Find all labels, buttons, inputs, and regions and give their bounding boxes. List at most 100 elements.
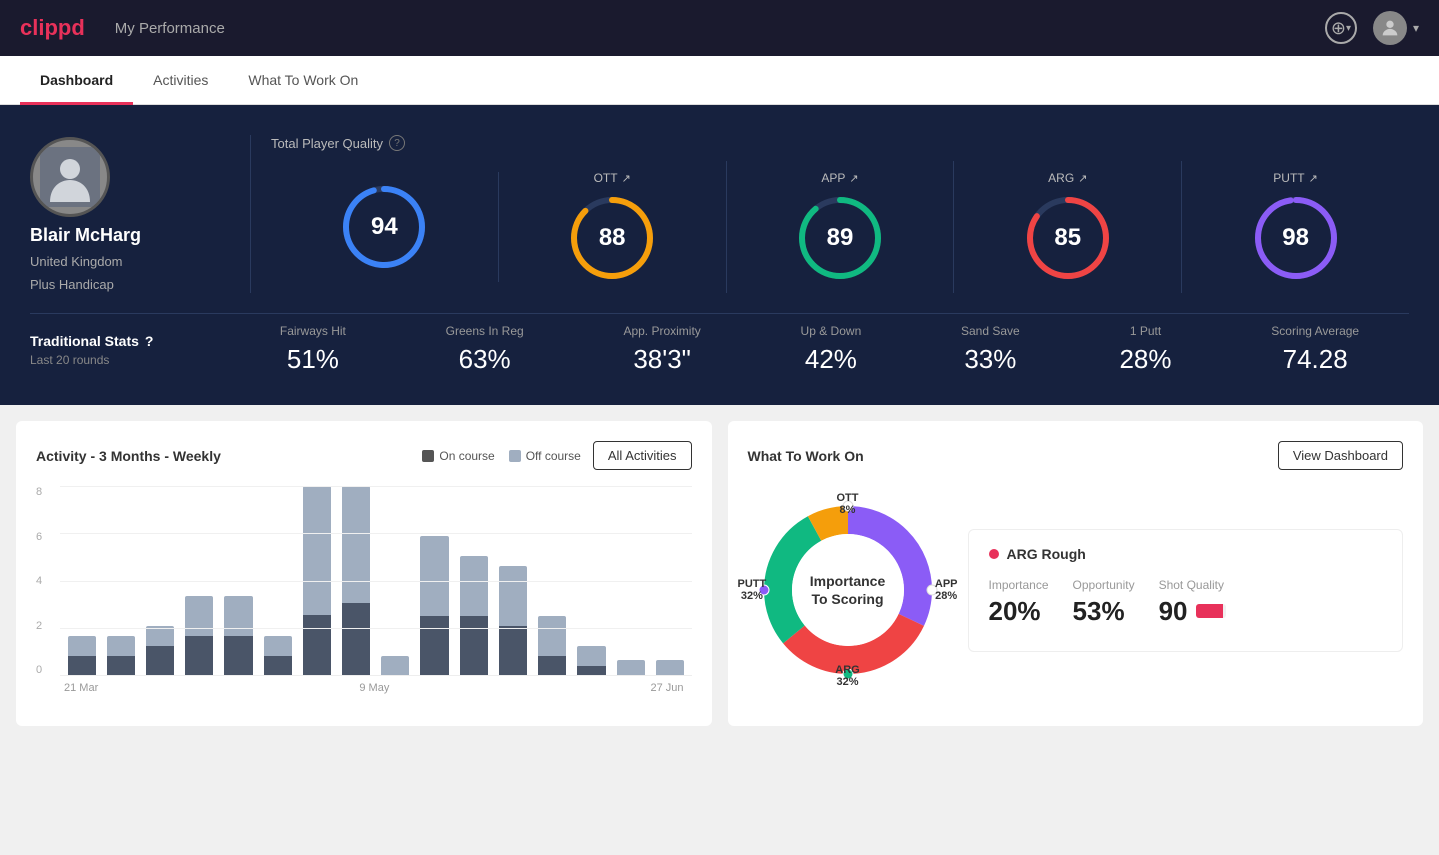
legend: On course Off course xyxy=(422,449,581,463)
donut-label-app: APP28% xyxy=(935,578,958,602)
x-label-may: 9 May xyxy=(359,682,389,694)
y-label-2: 2 xyxy=(36,620,60,632)
tab-activities[interactable]: Activities xyxy=(133,56,228,105)
stat-gir: Greens In Reg 63% xyxy=(446,324,524,375)
bar-off-1 xyxy=(107,636,135,656)
bar-off-4 xyxy=(224,596,252,636)
bar-on-13 xyxy=(577,666,605,676)
player-photo-icon xyxy=(40,147,100,207)
bar-col-5 xyxy=(260,486,295,676)
stat-scoring: Scoring Average 74.28 xyxy=(1271,324,1359,375)
stat-updown: Up & Down 42% xyxy=(801,324,862,375)
player-name: Blair McHarg xyxy=(30,225,141,246)
on-course-dot xyxy=(422,450,434,462)
score-ott-value: 88 xyxy=(599,224,626,252)
gauge-arg: 85 xyxy=(1023,193,1113,283)
stat-gir-value: 63% xyxy=(446,344,524,375)
stat-sandsave-label: Sand Save xyxy=(961,324,1020,338)
ott-label: OTT ↗ xyxy=(594,171,631,185)
score-total: 94 xyxy=(271,172,499,282)
bar-off-5 xyxy=(264,636,292,656)
logo: clippd xyxy=(20,15,85,41)
score-putt: PUTT ↗ 98 xyxy=(1182,161,1409,293)
tab-dashboard[interactable]: Dashboard xyxy=(20,56,133,105)
bar-col-4 xyxy=(221,486,256,676)
bar-off-0 xyxy=(68,636,96,656)
stat-scoring-value: 74.28 xyxy=(1271,344,1359,375)
stat-proximity-label: App. Proximity xyxy=(623,324,700,338)
work-content: ImportanceTo Scoring OTT8% APP28% ARG32%… xyxy=(748,490,1404,690)
bar-on-0 xyxy=(68,656,96,676)
shot-quality-fill xyxy=(1196,604,1223,618)
stat-fairways: Fairways Hit 51% xyxy=(280,324,346,375)
bar-chart: 8 6 4 2 0 xyxy=(36,486,692,706)
traditional-stats: Traditional Stats ? Last 20 rounds Fairw… xyxy=(30,313,1409,375)
bar-off-3 xyxy=(185,596,213,636)
stat-sandsave: Sand Save 33% xyxy=(961,324,1020,375)
y-label-8: 8 xyxy=(36,486,60,498)
activity-card: Activity - 3 Months - Weekly On course O… xyxy=(16,421,712,726)
putt-label: PUTT ↗ xyxy=(1273,171,1318,185)
x-label-mar: 21 Mar xyxy=(64,682,98,694)
donut-label-putt: PUTT32% xyxy=(738,578,767,602)
bar-col-1 xyxy=(103,486,138,676)
bar-off-6 xyxy=(303,486,331,615)
bar-col-11 xyxy=(495,486,530,676)
donut-center-text: ImportanceTo Scoring xyxy=(810,572,885,608)
score-arg: ARG ↗ 85 xyxy=(954,161,1182,293)
trad-label: Traditional Stats ? Last 20 rounds xyxy=(30,333,230,367)
arg-label: ARG ↗ xyxy=(1048,171,1087,185)
bar-on-2 xyxy=(146,646,174,676)
score-app-value: 89 xyxy=(827,224,854,252)
arg-detail-title: ARG Rough xyxy=(989,546,1383,562)
add-button[interactable]: ⊕ ▾ xyxy=(1325,12,1357,44)
shot-quality-bar: 90 xyxy=(1159,596,1226,627)
arg-shot-quality: Shot Quality 90 xyxy=(1159,578,1226,627)
legend-on-course: On course xyxy=(422,449,494,463)
bar-col-3 xyxy=(182,486,217,676)
bar-off-8 xyxy=(381,656,409,676)
app-arrow-icon: ↗ xyxy=(849,172,858,185)
tab-what-to-work-on[interactable]: What To Work On xyxy=(228,56,378,105)
work-header: What To Work On View Dashboard xyxy=(748,441,1404,470)
y-label-6: 6 xyxy=(36,531,60,543)
bar-col-15 xyxy=(652,486,687,676)
help-icon[interactable]: ? xyxy=(389,135,405,151)
gauge-putt: 98 xyxy=(1251,193,1341,283)
bar-col-2 xyxy=(142,486,177,676)
bar-off-14 xyxy=(617,660,645,676)
arg-metrics: Importance 20% Opportunity 53% Shot Qual… xyxy=(989,578,1383,627)
view-dashboard-button[interactable]: View Dashboard xyxy=(1278,441,1403,470)
bar-on-11 xyxy=(499,626,527,676)
app-label: APP ↗ xyxy=(821,171,858,185)
quality-title: Total Player Quality ? xyxy=(271,135,1409,151)
bar-col-14 xyxy=(613,486,648,676)
trad-subtitle: Last 20 rounds xyxy=(30,353,230,367)
user-chevron-icon: ▾ xyxy=(1413,21,1419,35)
stat-fairways-label: Fairways Hit xyxy=(280,324,346,338)
stat-updown-label: Up & Down xyxy=(801,324,862,338)
shot-quality-mini-bar xyxy=(1196,604,1226,618)
avatar xyxy=(1373,11,1407,45)
page-title: My Performance xyxy=(115,20,225,37)
arg-detail-card: ARG Rough Importance 20% Opportunity 53%… xyxy=(968,529,1404,652)
stat-items: Fairways Hit 51% Greens In Reg 63% App. … xyxy=(230,324,1409,375)
donut-label-arg: ARG32% xyxy=(835,664,859,688)
stat-fairways-value: 51% xyxy=(280,344,346,375)
score-arg-value: 85 xyxy=(1054,224,1081,252)
user-menu[interactable]: ▾ xyxy=(1373,11,1419,45)
all-activities-button[interactable]: All Activities xyxy=(593,441,692,470)
trad-help-icon[interactable]: ? xyxy=(145,333,154,349)
nav-tabs: Dashboard Activities What To Work On xyxy=(0,56,1439,105)
stat-1putt-value: 28% xyxy=(1119,344,1171,375)
bar-col-9 xyxy=(417,486,452,676)
stat-proximity-value: 38'3" xyxy=(623,344,700,375)
bar-on-9 xyxy=(420,616,448,676)
gauge-app: 89 xyxy=(795,193,885,283)
quality-panel: Total Player Quality ? 94 xyxy=(271,135,1409,293)
bar-off-10 xyxy=(460,556,488,616)
y-label-4: 4 xyxy=(36,575,60,587)
arg-importance: Importance 20% xyxy=(989,578,1049,627)
stat-gir-label: Greens In Reg xyxy=(446,324,524,338)
bar-col-8 xyxy=(378,486,413,676)
